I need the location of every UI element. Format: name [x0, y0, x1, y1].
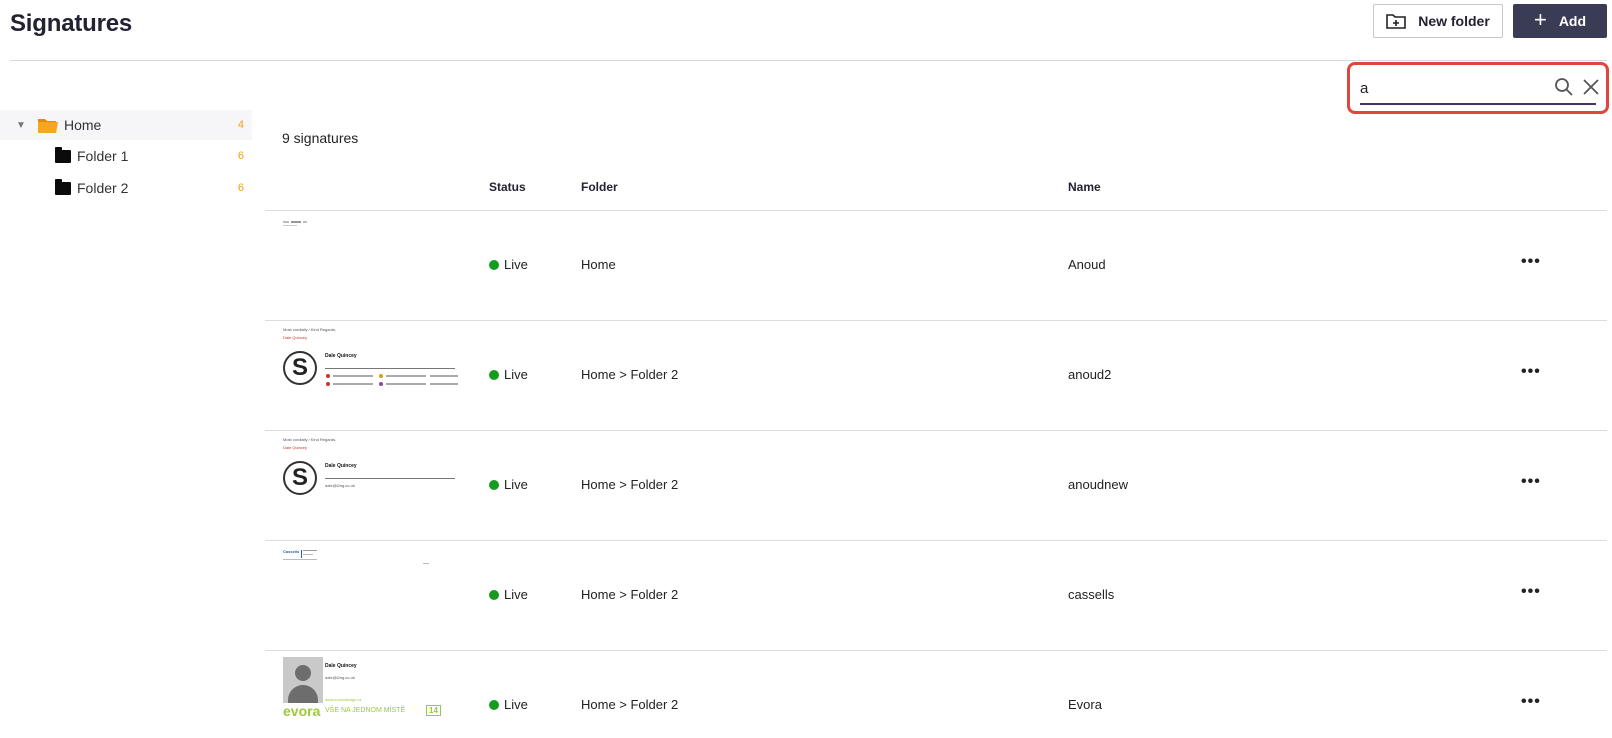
status-badge: Live [489, 257, 528, 272]
evora-logo: evora [283, 703, 321, 719]
signature-thumbnail: Most cordially / Kind Regards, Dale Quin… [281, 327, 471, 423]
table-row[interactable]: Cassells Live Home > Folder 2 cassells •… [265, 541, 1607, 651]
signature-thumbnail: Dale Quincey dale@i2ng.co.uk www.evorade… [281, 655, 471, 738]
thumb-email: dale@i2ng.co.uk [325, 483, 355, 488]
new-folder-label: New folder [1418, 13, 1490, 29]
folder-path: Home > Folder 2 [581, 477, 679, 492]
signature-name[interactable]: Evora [1068, 697, 1102, 712]
more-options-icon[interactable]: ••• [1521, 473, 1541, 491]
thumb-contact-lines [326, 374, 458, 386]
status-badge: Live [489, 697, 528, 712]
folder-path: Home > Folder 2 [581, 587, 679, 602]
plus-icon: + [1533, 7, 1547, 32]
evora-tagline: VŠE NA JEDNOM MÍSTĚ [325, 707, 406, 714]
signature-name[interactable]: anoudnew [1068, 477, 1128, 492]
status-label: Live [504, 477, 528, 492]
sidebar-item-folder-1[interactable]: Folder 1 6 [55, 141, 252, 171]
s-logo-icon: S [283, 351, 317, 385]
folder-count-badge: 6 [237, 150, 244, 162]
table-row[interactable]: Live Home Anoud ••• [265, 211, 1607, 321]
more-options-icon[interactable]: ••• [1521, 253, 1541, 271]
folder-path: Home > Folder 2 [581, 367, 679, 382]
page-title: Signatures [10, 10, 133, 37]
signature-name[interactable]: cassells [1068, 587, 1114, 602]
table-row[interactable]: Dale Quincey dale@i2ng.co.uk www.evorade… [265, 651, 1607, 738]
thumb-sig-name: Dale Quincey [325, 463, 357, 469]
signature-thumbnail [281, 217, 471, 313]
signature-count: 9 signatures [282, 130, 359, 146]
new-folder-button[interactable]: New folder [1373, 4, 1503, 38]
sidebar-item-label: Folder 1 [77, 148, 129, 164]
folder-count-badge: 6 [237, 182, 244, 194]
sidebar-item-folder-2[interactable]: Folder 2 6 [55, 173, 252, 203]
live-dot-icon [489, 589, 499, 600]
more-options-icon[interactable]: ••• [1521, 583, 1541, 601]
status-label: Live [504, 367, 528, 382]
status-label: Live [504, 587, 528, 602]
search-box [1347, 62, 1609, 114]
search-underline [1360, 103, 1596, 105]
caret-down-icon[interactable]: ▼ [16, 120, 28, 131]
sidebar-item-home[interactable]: ▼ Home 4 [0, 110, 252, 140]
more-options-icon[interactable]: ••• [1521, 363, 1541, 381]
avatar-placeholder-icon [283, 657, 323, 703]
header-divider [10, 60, 1607, 61]
live-dot-icon [489, 369, 499, 380]
live-dot-icon [489, 259, 499, 270]
sidebar-item-label: Home [64, 117, 102, 133]
s-logo-icon: S [283, 461, 317, 495]
column-header-folder[interactable]: Folder [581, 180, 618, 194]
table-row[interactable]: Most cordially / Kind Regards, Dale Quin… [265, 321, 1607, 431]
thumb-email: dale@i2ng.co.uk [325, 675, 355, 680]
thumb-cassells-lines [283, 550, 429, 564]
thumb-person: Dale Quincey [283, 445, 308, 450]
folder-path: Home [581, 257, 616, 272]
status-badge: Live [489, 477, 528, 492]
signature-thumbnail: Most cordially / Kind Regards, Dale Quin… [281, 437, 471, 533]
thumb-website: www.evoradesign.cz [325, 697, 362, 702]
signature-name[interactable]: anoud2 [1068, 367, 1111, 382]
search-icon[interactable] [1554, 77, 1574, 97]
signature-thumbnail: Cassells [281, 547, 471, 643]
live-dot-icon [489, 479, 499, 490]
folder-icon [55, 178, 71, 195]
signature-name[interactable]: Anoud [1068, 257, 1106, 272]
thumb-greeting: Most cordially / Kind Regards, [283, 327, 337, 332]
folder-add-icon [1386, 14, 1407, 29]
signature-preview-image [283, 221, 307, 226]
thumb-sig-name: Dale Quincey [325, 353, 357, 359]
folder-path: Home > Folder 2 [581, 697, 679, 712]
status-badge: Live [489, 367, 528, 382]
thumb-rule [325, 478, 455, 479]
folder-count-badge: 4 [237, 119, 244, 131]
add-button[interactable]: + Add [1513, 4, 1607, 38]
table-row[interactable]: Most cordially / Kind Regards, Dale Quin… [265, 431, 1607, 541]
column-header-status[interactable]: Status [489, 180, 526, 194]
status-badge: Live [489, 587, 528, 602]
sidebar-item-label: Folder 2 [77, 180, 129, 196]
status-label: Live [504, 257, 528, 272]
thumb-person: Dale Quincey [283, 335, 308, 340]
more-options-icon[interactable]: ••• [1521, 693, 1541, 711]
thumb-greeting: Most cordially / Kind Regards, [283, 437, 337, 442]
folder-open-icon [38, 119, 58, 133]
add-label: Add [1558, 13, 1587, 29]
thumb-rule [325, 368, 455, 369]
close-icon[interactable] [1582, 78, 1600, 96]
status-label: Live [504, 697, 528, 712]
evora-badge: 14 [426, 705, 441, 716]
folder-icon [55, 146, 71, 163]
thumb-sig-name: Dale Quincey [325, 663, 357, 669]
search-input[interactable] [1360, 75, 1560, 101]
column-header-name[interactable]: Name [1068, 180, 1101, 194]
live-dot-icon [489, 699, 499, 710]
